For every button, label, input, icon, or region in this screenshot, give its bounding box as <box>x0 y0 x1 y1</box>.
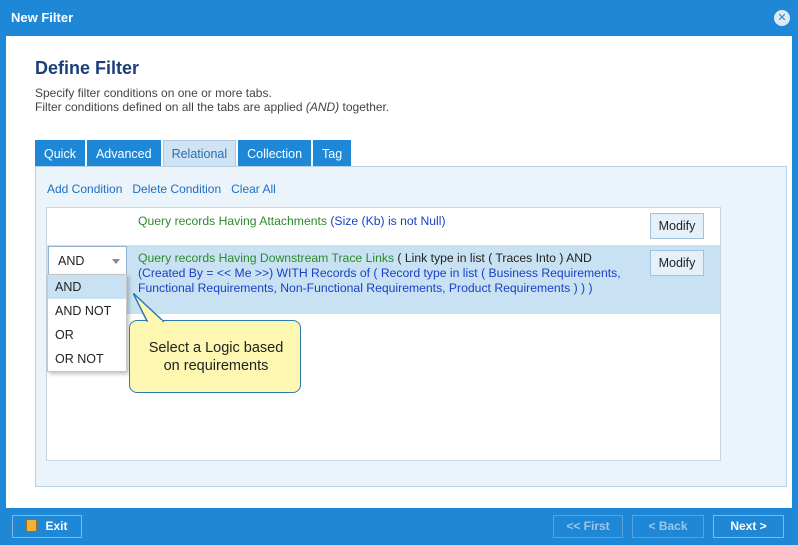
condition-row[interactable]: Query records Having Attachments (Size (… <box>47 208 720 245</box>
logic-dropdown: AND AND NOT OR OR NOT <box>47 274 127 372</box>
footer-bar: Exit << First < Back Next > <box>0 508 798 545</box>
dialog-body: Define Filter Specify filter conditions … <box>6 36 792 508</box>
logic-option-or-not[interactable]: OR NOT <box>48 347 126 371</box>
dialog-title: New Filter <box>11 10 74 25</box>
condition-text: Query records Having Downstream Trace Li… <box>138 251 621 295</box>
chevron-down-icon[interactable] <box>112 259 120 264</box>
tab-tag[interactable]: Tag <box>313 140 352 166</box>
callout-line-1: Select a Logic based <box>148 340 284 356</box>
close-icon[interactable]: ✕ <box>774 10 790 26</box>
description: Specify filter conditions on one or more… <box>35 86 389 114</box>
modify-button[interactable]: Modify <box>650 213 704 239</box>
back-button[interactable]: < Back <box>632 515 704 538</box>
logic-option-or[interactable]: OR <box>48 323 126 347</box>
description-line-2: Filter conditions defined on all the tab… <box>35 100 390 114</box>
first-button[interactable]: << First <box>553 515 623 538</box>
tab-collection[interactable]: Collection <box>238 140 312 166</box>
tab-advanced[interactable]: Advanced <box>86 140 161 166</box>
next-button[interactable]: Next > <box>713 515 784 538</box>
tooltip-callout: Select a Logic based on requirements <box>129 320 301 393</box>
description-line-1: Specify filter conditions on one or more… <box>35 86 272 100</box>
new-filter-dialog: New Filter ✕ Define Filter Specify filte… <box>0 0 798 545</box>
callout-line-2: on requirements <box>163 358 269 374</box>
logic-select-value: AND <box>58 254 85 268</box>
tab-relational[interactable]: Relational <box>162 140 237 166</box>
filter-tabs: Quick Advanced Relational Collection Tag <box>35 140 352 166</box>
callout-pointer <box>133 293 165 323</box>
modify-button[interactable]: Modify <box>650 250 704 276</box>
logic-select[interactable]: AND <box>48 246 127 276</box>
clear-all-link[interactable]: Clear All <box>231 182 276 196</box>
tab-quick[interactable]: Quick <box>35 140 85 166</box>
delete-condition-link[interactable]: Delete Condition <box>132 182 221 196</box>
exit-button[interactable]: Exit <box>12 515 82 538</box>
door-icon <box>26 519 38 532</box>
logic-option-and-not[interactable]: AND NOT <box>48 299 126 323</box>
page-title: Define Filter <box>35 58 140 78</box>
condition-actions: Add Condition Delete Condition Clear All <box>47 182 276 196</box>
add-condition-link[interactable]: Add Condition <box>47 182 122 196</box>
title-bar: New Filter ✕ <box>0 0 798 36</box>
condition-text: Query records Having Attachments (Size (… <box>138 214 446 228</box>
logic-option-and[interactable]: AND <box>48 275 126 299</box>
